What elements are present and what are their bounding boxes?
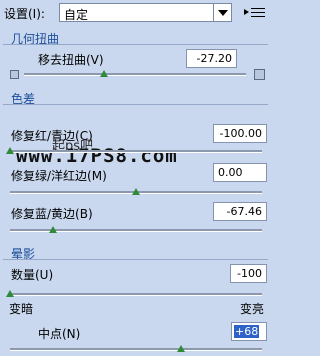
midpoint-field[interactable]: +68 (231, 322, 267, 341)
section-divider (3, 44, 268, 45)
panel-menu-icon[interactable] (244, 5, 268, 19)
red-cyan-field[interactable]: -100.00 (213, 124, 267, 143)
midpoint-value: +68 (234, 325, 260, 338)
blue-yellow-label: 修复蓝/黄边(B) (11, 207, 93, 221)
settings-select[interactable]: 自定 (59, 3, 232, 22)
slider-thumb-icon[interactable] (6, 290, 14, 297)
remove-distortion-field[interactable]: -27.20 (186, 49, 237, 68)
green-magenta-label: 修复绿/洋红边(M) (11, 169, 107, 183)
midpoint-slider-track[interactable] (10, 348, 262, 351)
slider-thumb-icon[interactable] (132, 188, 140, 195)
amount-label: 数量(U) (11, 268, 54, 282)
amount-slider-track[interactable] (10, 293, 262, 296)
red-cyan-slider-track[interactable] (10, 150, 262, 153)
dropdown-arrow-icon (218, 10, 228, 16)
blue-yellow-field[interactable]: -67.46 (213, 202, 267, 221)
remove-distortion-label: 移去扭曲(V) (38, 53, 104, 67)
slider-thumb-icon[interactable] (177, 345, 186, 352)
settings-dropdown-button[interactable] (213, 4, 231, 21)
midpoint-label: 中点(N) (38, 327, 81, 341)
menu-line-glyph (251, 12, 265, 13)
slider-thumb-icon[interactable] (6, 147, 14, 154)
grid-large-icon (254, 69, 265, 80)
section-divider (3, 259, 268, 260)
menu-line-glyph (251, 8, 265, 9)
grid-small-icon (10, 70, 19, 79)
settings-select-value: 自定 (64, 8, 89, 22)
blue-yellow-slider-track[interactable] (10, 229, 262, 232)
amount-field[interactable]: -100 (230, 264, 267, 283)
green-magenta-field[interactable]: 0.00 (213, 163, 267, 182)
menu-line-glyph (251, 16, 265, 17)
watermark-url: www.17PS8.com (16, 145, 178, 167)
section-divider (3, 104, 268, 105)
remove-distortion-slider-track[interactable] (24, 73, 246, 76)
slider-thumb-icon[interactable] (48, 226, 57, 233)
darken-label: 变暗 (9, 302, 34, 316)
menu-arrow-glyph (244, 9, 249, 15)
slider-thumb-icon[interactable] (99, 70, 108, 77)
settings-label: 设置(I): (4, 7, 45, 21)
lighten-label: 变亮 (240, 302, 265, 316)
